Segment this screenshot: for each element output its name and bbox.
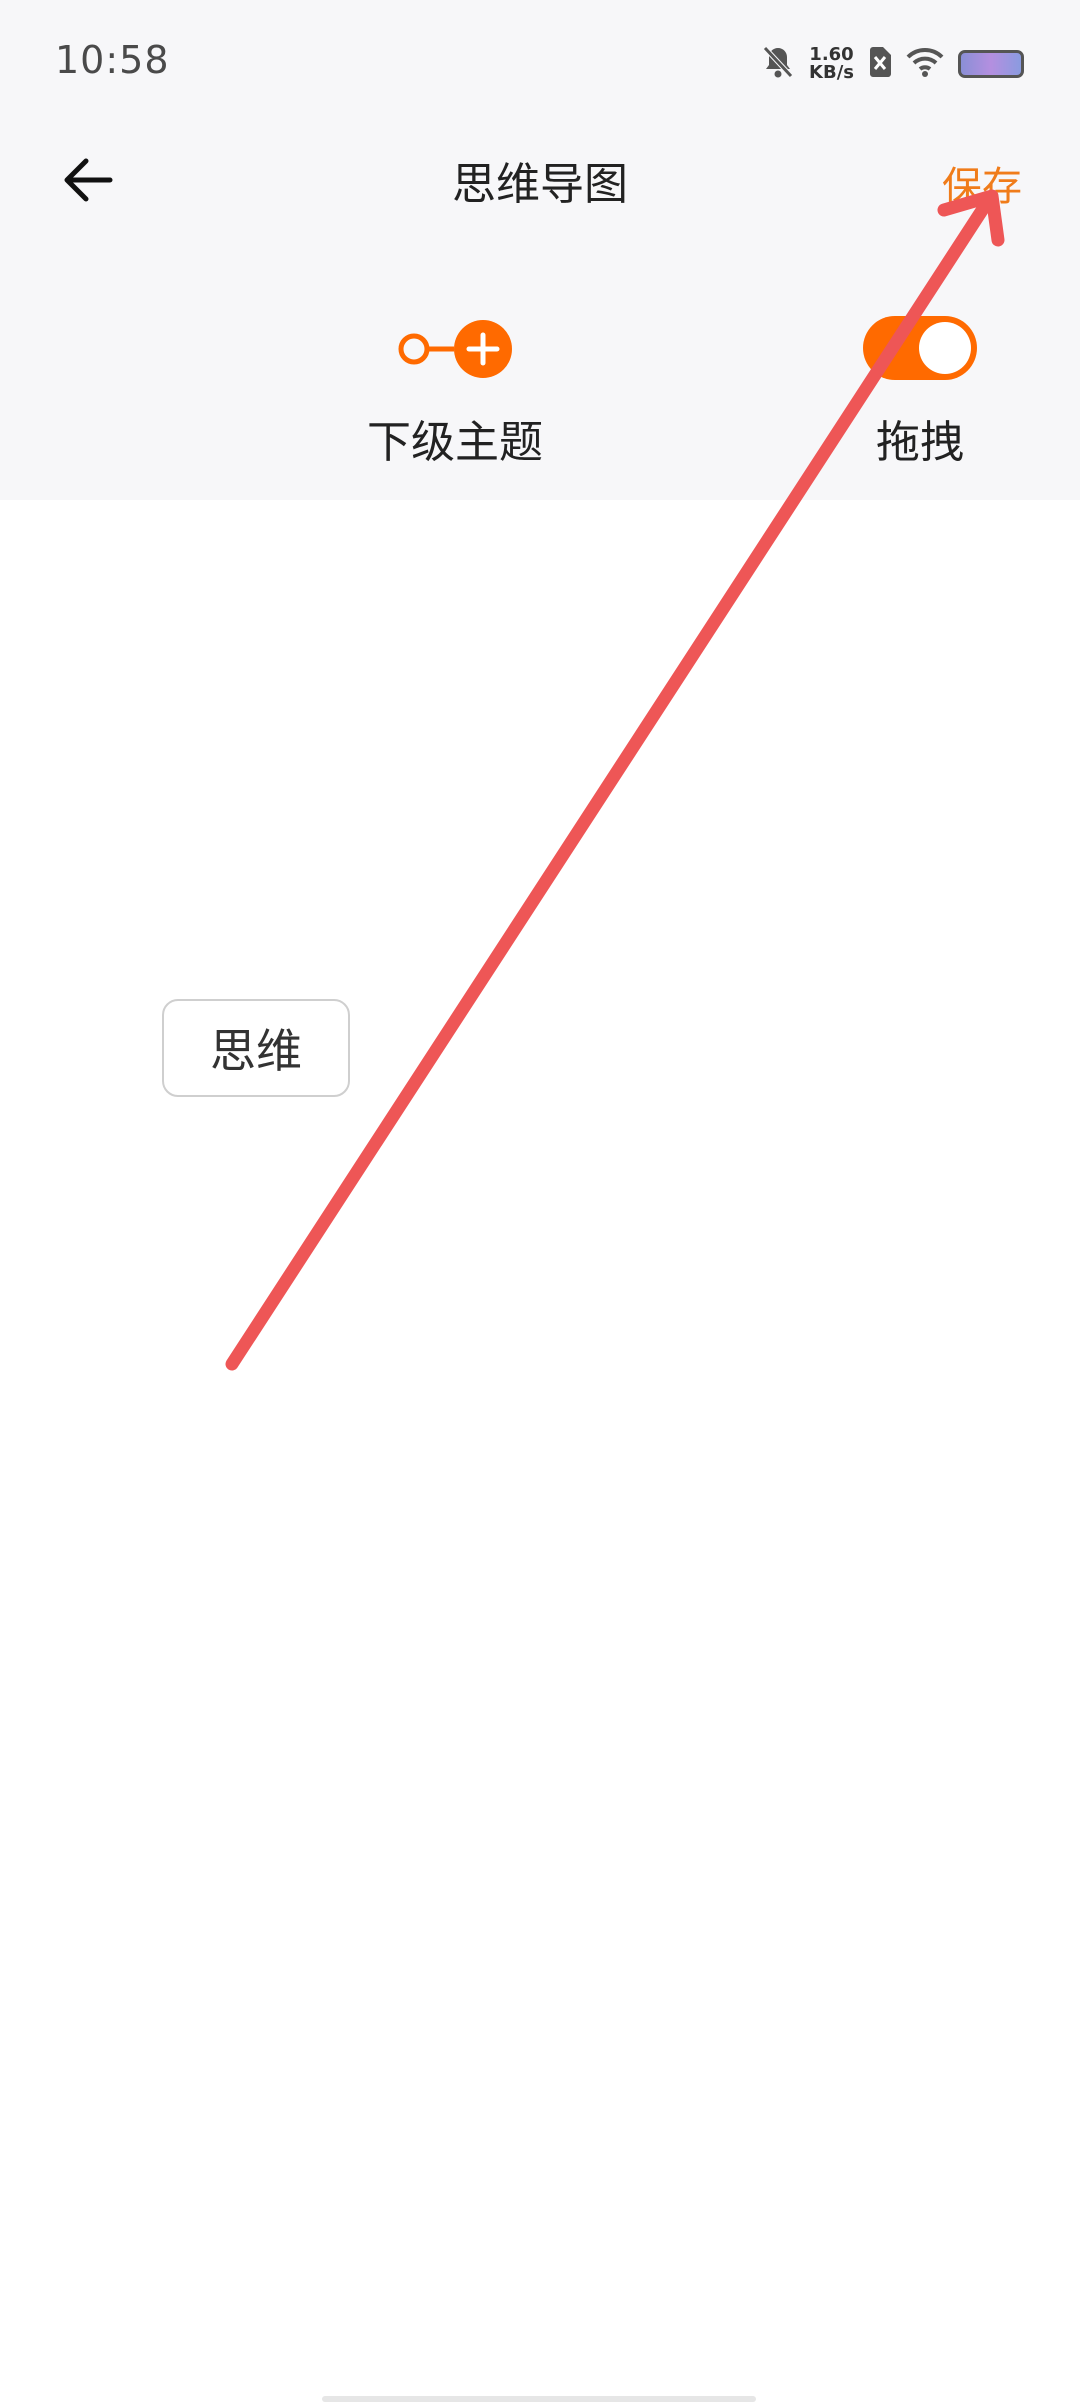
- toggle-knob: [919, 322, 971, 374]
- add-child-node-icon: [398, 320, 512, 378]
- net-speed: 1.60 KB/s: [809, 46, 854, 82]
- drag-control: 拖拽: [860, 316, 980, 470]
- save-button[interactable]: 保存: [942, 154, 1022, 212]
- wifi-icon: [906, 47, 944, 81]
- net-speed-unit: KB/s: [809, 62, 854, 83]
- status-icons: 1.60 KB/s: [761, 40, 1024, 88]
- page-title: 思维导图: [452, 159, 628, 210]
- add-subtopic-button[interactable]: 下级主题: [360, 318, 550, 470]
- sim-x-icon: [868, 46, 892, 82]
- battery-icon: [958, 50, 1024, 78]
- mindmap-canvas[interactable]: [0, 500, 1080, 2408]
- root-node[interactable]: 思维: [162, 999, 350, 1097]
- bell-muted-icon: [761, 44, 795, 84]
- drag-label: 拖拽: [876, 417, 964, 468]
- status-time: 10:58: [55, 38, 170, 82]
- subtopic-label: 下级主题: [367, 417, 543, 468]
- screen: 10:58 1.60 KB/s 思维导图 保存 下级主题 拖拽 思维: [0, 0, 1080, 2408]
- home-indicator[interactable]: [322, 2396, 756, 2402]
- drag-toggle[interactable]: [863, 316, 977, 380]
